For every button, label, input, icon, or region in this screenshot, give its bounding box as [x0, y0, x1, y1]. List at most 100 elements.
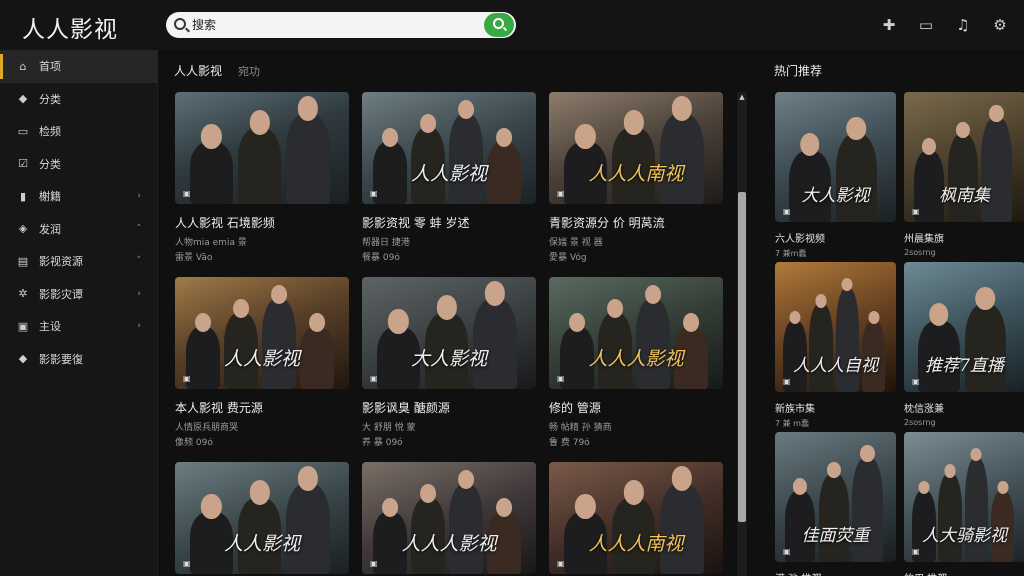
movie-card[interactable]: 人人影视 ▣: [175, 462, 349, 574]
chevron-icon: ›: [137, 321, 141, 332]
search-input[interactable]: [192, 16, 442, 34]
poster-title: 人人人自视: [793, 356, 878, 376]
movie-title[interactable]: 人人影视 石境影频: [175, 214, 349, 231]
sidebar-item[interactable]: ⌂ 首项: [0, 50, 157, 83]
hot-movie-title[interactable]: 新族市集: [775, 400, 896, 415]
movie-title[interactable]: 本人影视 费元源: [175, 399, 349, 416]
person-figure: [835, 116, 878, 222]
tab-secondary[interactable]: 宛功: [238, 63, 260, 79]
sidebar-item-label: 影影灾谭: [39, 287, 83, 301]
film-icon: ▭: [17, 124, 29, 138]
hot-movie-card[interactable]: 大人影视 ▣ 六人影视频 7 兼m蠢: [775, 92, 896, 259]
person-head: [671, 96, 693, 121]
hot-movie-poster[interactable]: 推荐7直播 ▣: [904, 262, 1024, 392]
sidebar-item[interactable]: ✲ 影影灾谭 ›: [0, 278, 157, 311]
hot-movie-poster[interactable]: 佳面荧重 ▣: [775, 432, 896, 562]
sidebar-item-label: 发润: [39, 222, 61, 236]
movie-rating: 鲁 费 79ó: [549, 438, 590, 448]
hot-movie-poster[interactable]: 人大骑影视 ▣: [904, 432, 1024, 562]
movie-card[interactable]: 大人影视 ▣ 影影讽臭 醣颜源大 舒朋 悦 蒙养 暴 09ó: [362, 277, 536, 448]
movie-poster[interactable]: 人人影视 ▣: [175, 462, 349, 574]
person-figure: [189, 124, 233, 204]
hot-movie-card[interactable]: 枫南集 ▣ 州晨集旗 2sosrng: [904, 92, 1024, 257]
sidebar-item[interactable]: ☑ 分类: [0, 148, 157, 181]
movie-title[interactable]: 青影资源分 价 明莴流: [549, 214, 723, 231]
hot-movie-poster[interactable]: 大人影视 ▣: [775, 92, 896, 222]
movie-card[interactable]: ▣ 人人影视 石境影频 人物mia emia 景雷景 Vão: [175, 92, 349, 263]
hot-movie-title[interactable]: 的用 推都: [904, 570, 1024, 576]
person-head: [970, 448, 982, 462]
hot-movie-card[interactable]: 人大骑影视▣ 的用 推都: [904, 432, 1024, 576]
person-figure: [237, 110, 282, 204]
sidebar-item[interactable]: ▭ 检频: [0, 115, 157, 148]
movie-card[interactable]: 人人人影视 ▣: [362, 462, 536, 574]
movie-card[interactable]: 人人人南视 ▣: [549, 462, 723, 574]
tab-home[interactable]: 人人影视: [174, 62, 222, 79]
person-head: [271, 285, 287, 305]
hot-movie-card[interactable]: 人人人自视 ▣ 新族市集 7 兼 m蠢: [775, 262, 896, 429]
person-head: [388, 309, 409, 334]
gear-icon: ✲: [18, 287, 28, 301]
movie-poster[interactable]: 人人人影视 ▣: [362, 462, 536, 574]
hot-movie-poster[interactable]: 人人人自视 ▣: [775, 262, 896, 392]
person-head: [382, 128, 399, 148]
movie-title[interactable]: 修的 管源: [549, 399, 723, 416]
scroll-up-icon[interactable]: ▲: [737, 92, 747, 102]
movie-card[interactable]: 人人人南视 ▣ 青影资源分 价 明莴流 保媸 景 视 器愛暴 Vóg: [549, 92, 723, 263]
poster-logo-icon: ▣: [370, 189, 378, 198]
hot-movie-title[interactable]: 六人影视频: [775, 230, 896, 245]
app-logo[interactable]: 人人影视: [22, 10, 118, 44]
person-head: [846, 116, 867, 141]
movie-poster[interactable]: 人人人影视 ▣: [549, 277, 723, 389]
poster-title: 大人影视: [801, 186, 870, 206]
poster-title: 枫南集: [939, 186, 990, 206]
movie-poster[interactable]: 人人影视 ▣: [175, 277, 349, 389]
person-head: [436, 295, 457, 320]
sidebar-item-label: 主设: [39, 320, 61, 334]
sidebar-item[interactable]: ▤ 影视资源 ˅: [0, 245, 157, 278]
movie-poster[interactable]: ▣: [175, 92, 349, 204]
movie-card[interactable]: 人人影视 ▣ 影影资视 零 蚌 岁述 帮器日 捷港 餐暴 09ó: [362, 92, 536, 263]
movie-title[interactable]: 影影资视 零 蚌 岁述: [362, 214, 536, 231]
movie-card[interactable]: 人人影视 ▣ 本人影视 费元源 人情原兵朋商哭 像频 09ó: [175, 277, 349, 448]
scrollbar[interactable]: ▲: [737, 92, 747, 576]
movie-title[interactable]: 影影讽臭 醣颜源: [362, 399, 536, 416]
movie-poster[interactable]: 人人人南视 ▣: [549, 462, 723, 574]
sidebar-item[interactable]: ◈ 发润 ˄: [0, 213, 157, 246]
gear-icon[interactable]: ⚙: [990, 15, 1010, 35]
person-head: [929, 302, 949, 327]
movie-poster[interactable]: 大人影视 ▣: [362, 277, 536, 389]
person-figure: [938, 464, 962, 562]
sidebar-item[interactable]: ▣ 主设 ›: [0, 310, 157, 343]
search-box[interactable]: [166, 12, 516, 38]
person-head: [815, 294, 827, 308]
sidebar-item[interactable]: ▮ 榭籍 ›: [0, 180, 157, 213]
hot-movie-card[interactable]: 推荐7直播 ▣ 枕信涨兼 2sosrng: [904, 262, 1024, 427]
person-head: [607, 299, 624, 319]
poster-logo-icon: ▣: [557, 374, 565, 383]
bell-icon[interactable]: ♫: [953, 15, 973, 35]
hot-movie-title[interactable]: 州晨集旗: [904, 230, 1024, 245]
movie-card[interactable]: 人人人影视 ▣ 修的 管源畅 帖精 孙 猜商鲁 费 79ó: [549, 277, 723, 448]
hot-movie-title[interactable]: 枕信涨兼: [904, 400, 1024, 415]
person-head: [918, 480, 930, 494]
poster-logo-icon: ▣: [557, 189, 565, 198]
hot-movie-card[interactable]: 佳面荧重 ▣ 满 弛 推都: [775, 432, 896, 576]
person-head: [789, 310, 801, 324]
cast-icon[interactable]: ▭: [916, 15, 936, 35]
hot-movie-title[interactable]: 满 弛 推都: [775, 570, 896, 576]
person-head: [955, 121, 970, 139]
person-head: [575, 494, 596, 519]
person-head: [800, 132, 820, 157]
scrollbar-thumb[interactable]: [738, 192, 746, 522]
sidebar-item[interactable]: ◆ 影影要復: [0, 343, 157, 376]
sidebar-item[interactable]: ◆ 分类: [0, 83, 157, 116]
search-button[interactable]: [484, 13, 514, 37]
puzzle-icon[interactable]: ✚: [879, 15, 899, 35]
hot-movie-poster[interactable]: 枫南集 ▣: [904, 92, 1024, 222]
person-head: [997, 480, 1009, 494]
person-head: [569, 313, 586, 333]
movie-poster[interactable]: 人人人南视 ▣: [549, 92, 723, 204]
sidebar: ⌂ 首项 ◆ 分类 ▭ 检频 ☑ 分类 ▮ 榭籍 › ◈ 发润 ˄ ▤ 影视资源 ˅ ✲ 影影灾谭 › ▣ 主设 › ◆ 影影要…: [0, 50, 158, 576]
movie-poster[interactable]: 人人影视 ▣: [362, 92, 536, 204]
